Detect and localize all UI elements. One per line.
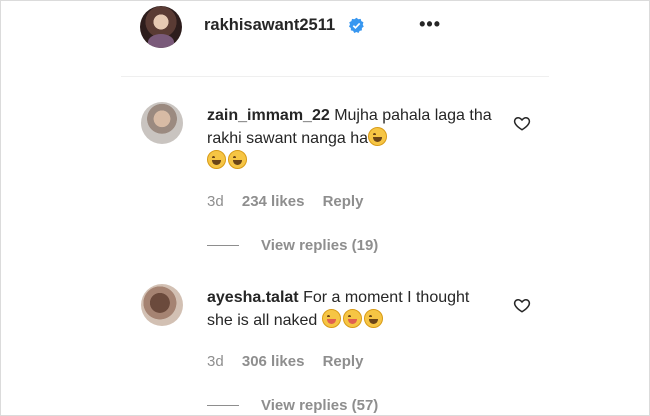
comment-meta: 3d 306 likes Reply (207, 353, 377, 370)
comment-timestamp[interactable]: 3d (207, 353, 224, 370)
post-comments-panel: rakhisawant2511 ••• zain_immam_22 Mujha … (0, 0, 650, 416)
laughing-emoji-icon (228, 150, 247, 169)
more-options-icon[interactable]: ••• (419, 15, 441, 33)
reply-button[interactable]: Reply (323, 193, 364, 210)
view-replies-label: View replies (57) (261, 397, 379, 414)
reply-button[interactable]: Reply (323, 353, 364, 370)
view-replies-button[interactable]: View replies (19) (207, 237, 378, 254)
verified-badge-icon (348, 17, 364, 33)
comment-likes[interactable]: 234 likes (242, 193, 305, 210)
view-replies-label: View replies (19) (261, 237, 379, 254)
comment-username[interactable]: ayesha.talat (207, 289, 299, 306)
comment-meta: 3d 234 likes Reply (207, 193, 377, 210)
replies-divider-line (207, 405, 239, 406)
laughing-emoji-icon (368, 127, 387, 146)
commenter-avatar[interactable] (141, 102, 183, 144)
comment-timestamp[interactable]: 3d (207, 193, 224, 210)
comment-likes[interactable]: 306 likes (242, 353, 305, 370)
heart-icon[interactable] (513, 296, 531, 314)
heart-icon[interactable] (513, 114, 531, 132)
commenter-avatar[interactable] (141, 284, 183, 326)
squinting-tongue-emoji-icon (342, 309, 362, 328)
post-header: rakhisawant2511 ••• (121, 1, 549, 77)
author-avatar[interactable] (140, 6, 182, 48)
comment-username[interactable]: zain_immam_22 (207, 107, 330, 124)
laughing-emoji-icon (207, 150, 226, 169)
author-username[interactable]: rakhisawant2511 (204, 16, 335, 35)
replies-divider-line (207, 245, 239, 246)
comment-content: ayesha.talat For a moment I thought she … (207, 287, 497, 332)
comment-content: zain_immam_22 Mujha pahala laga tha rakh… (207, 105, 497, 173)
sweat-smile-emoji-icon (363, 309, 383, 328)
squinting-tongue-emoji-icon (321, 309, 341, 328)
view-replies-button[interactable]: View replies (57) (207, 397, 378, 414)
